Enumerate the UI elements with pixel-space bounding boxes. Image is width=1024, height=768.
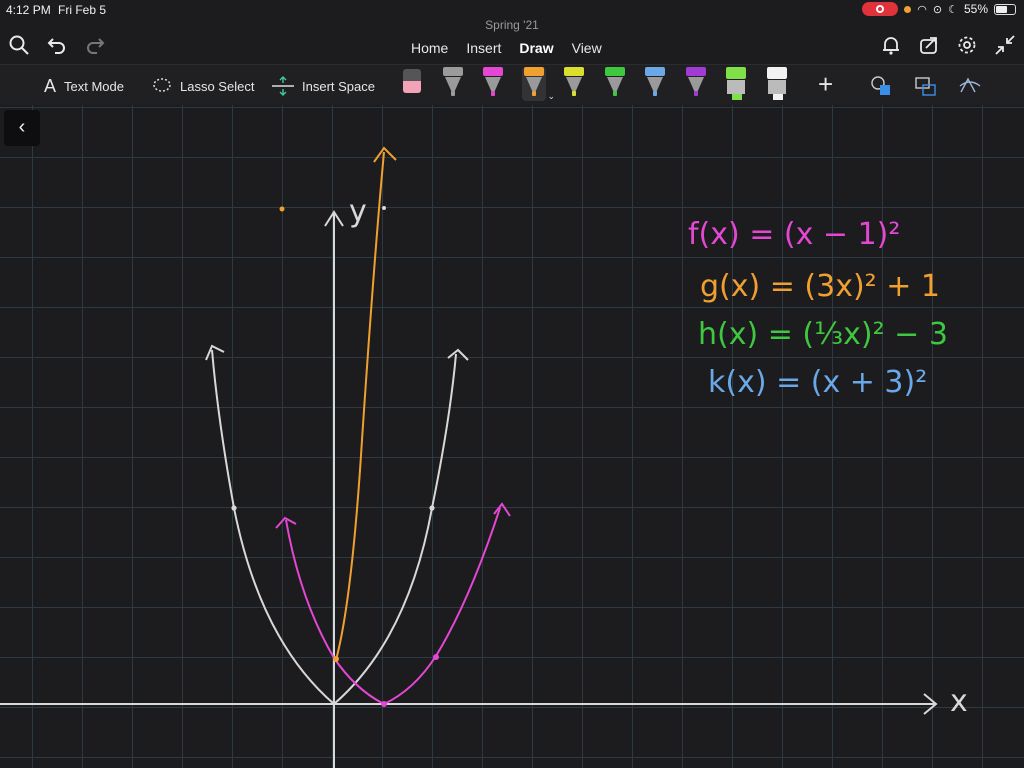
orange-dot [382, 206, 386, 210]
white-parabola-point [231, 505, 237, 511]
equation-f: f(x) = (x − 1)² [688, 217, 900, 252]
equation-h: h(x) = (⅓x)² − 3 [698, 317, 948, 352]
ink-drawing: x y f(x) = (x − 1)² g(x) = (3x)² + 1 h(x… [0, 146, 968, 768]
x-axis [0, 693, 938, 715]
orange-curve-arrow [373, 146, 397, 163]
magenta-parabola-point [381, 701, 387, 707]
equation-k: k(x) = (x + 3)² [708, 365, 927, 400]
x-axis-label: x [950, 684, 968, 719]
y-axis-label: y [349, 194, 367, 229]
orange-curve-point [333, 656, 339, 662]
magenta-parabola-point [433, 654, 439, 660]
equation-g: g(x) = (3x)² + 1 [700, 269, 940, 304]
orange-dot [279, 206, 285, 212]
magenta-parabola-curve [285, 507, 501, 706]
white-parabola-point [429, 505, 435, 511]
white-parabola-right-arrow [447, 348, 469, 361]
y-axis [324, 210, 344, 768]
magenta-parabola-right-arrow [493, 502, 511, 517]
white-parabola-left-arrow [205, 344, 225, 361]
